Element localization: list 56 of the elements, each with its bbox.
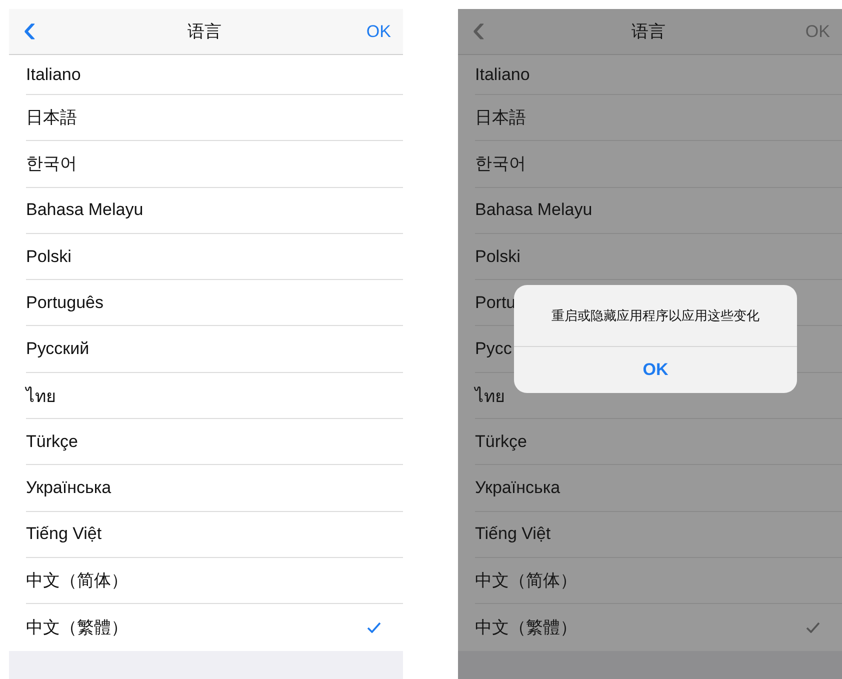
language-row[interactable]: Polski	[26, 234, 403, 280]
language-row[interactable]: 日本語	[26, 95, 403, 142]
language-row[interactable]: Bahasa Melayu	[475, 188, 842, 234]
language-label: Italiano	[475, 64, 530, 84]
language-label: Türkçe	[26, 432, 78, 452]
language-row[interactable]: Tiếng Việt	[475, 512, 842, 558]
language-label: 中文（繁體）	[26, 616, 128, 639]
language-row[interactable]: 한국어	[26, 141, 403, 188]
nav-title: 语言	[631, 21, 666, 43]
language-label: ไทย	[26, 386, 56, 408]
language-label: 한국어	[475, 153, 526, 176]
language-row[interactable]: Українська	[475, 465, 842, 512]
language-row[interactable]: 日本語	[475, 95, 842, 142]
language-label: Українська	[475, 478, 560, 498]
language-row[interactable]: 中文（简体）	[26, 558, 403, 604]
alert-message: 重启或隐藏应用程序以应用这些变化	[514, 285, 797, 347]
checkmark-icon	[367, 622, 381, 633]
checkmark-icon	[806, 622, 820, 633]
language-label: 日本語	[26, 107, 77, 130]
language-label: Tiếng Việt	[26, 524, 102, 544]
language-label: Tiếng Việt	[475, 524, 551, 544]
language-label: 中文（简体）	[26, 570, 128, 592]
language-row[interactable]: 中文（繁體）	[475, 604, 842, 651]
language-label: Pycc	[475, 339, 512, 360]
language-label: Italiano	[26, 64, 81, 84]
language-label: Bahasa Melayu	[26, 200, 144, 220]
language-row[interactable]: Русский	[26, 326, 403, 373]
language-row[interactable]: 中文（繁體）	[26, 604, 403, 651]
language-label: Українська	[26, 478, 112, 498]
language-label: Русский	[26, 339, 90, 360]
language-row[interactable]: Italiano	[475, 55, 842, 95]
language-row[interactable]: Polski	[475, 234, 842, 280]
language-row[interactable]: 한국어	[475, 141, 842, 188]
language-label: 中文（简体）	[475, 570, 577, 592]
ok-button[interactable]: OK	[366, 22, 391, 42]
language-label: 한국어	[26, 153, 77, 176]
language-label: Portu	[475, 292, 516, 313]
language-label: Polski	[26, 246, 72, 267]
nav-title: 语言	[187, 21, 222, 43]
language-label: ไทย	[475, 386, 505, 408]
language-label: Português	[26, 292, 104, 313]
language-label: 日本語	[475, 107, 526, 130]
language-label: Bahasa Melayu	[475, 200, 592, 220]
language-row[interactable]: Português	[26, 280, 403, 326]
back-button[interactable]: ‹	[17, 8, 42, 48]
language-row[interactable]: Bahasa Melayu	[26, 188, 403, 234]
language-row[interactable]: Tiếng Việt	[26, 512, 403, 558]
language-row[interactable]: Italiano	[26, 55, 403, 95]
language-label: 中文（繁體）	[475, 616, 577, 639]
language-row[interactable]: ไทย	[26, 372, 403, 420]
language-row[interactable]: Türkçe	[475, 419, 842, 466]
language-label: Türkçe	[475, 432, 527, 452]
language-row[interactable]: Українська	[26, 465, 403, 512]
language-row[interactable]: Türkçe	[26, 419, 403, 466]
language-label: Polski	[475, 246, 520, 267]
language-row[interactable]: 中文（简体）	[475, 558, 842, 604]
